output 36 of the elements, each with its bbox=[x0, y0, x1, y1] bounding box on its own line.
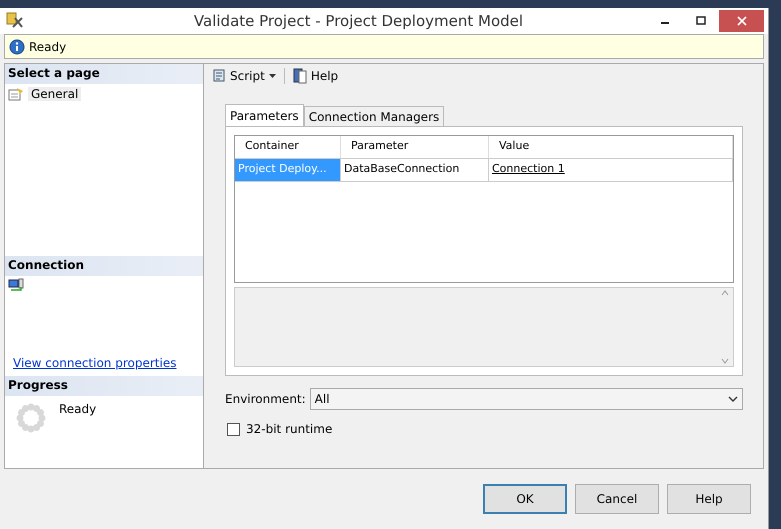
info-icon bbox=[9, 38, 25, 54]
connection-properties-link[interactable]: View connection properties bbox=[5, 356, 203, 376]
checkbox[interactable] bbox=[227, 422, 240, 436]
table-cell: DataBaseConnection bbox=[341, 159, 489, 181]
column-header: Value bbox=[489, 136, 733, 158]
caret-icon bbox=[268, 73, 277, 79]
tab[interactable]: Parameters bbox=[225, 104, 304, 126]
column-header: Container bbox=[235, 136, 341, 158]
help-book-icon bbox=[292, 68, 308, 84]
maximize-icon bbox=[696, 16, 706, 26]
page-item[interactable]: General bbox=[5, 84, 203, 104]
window-title: Validate Project - Project Deployment Model bbox=[192, 12, 524, 30]
tab[interactable]: Connection Managers bbox=[304, 106, 444, 126]
page-icon bbox=[8, 86, 24, 102]
environment-dropdown[interactable]: All bbox=[310, 388, 743, 410]
column-header: Parameter bbox=[341, 136, 489, 158]
table-cell: Project Deploy... bbox=[235, 159, 341, 181]
section-heading: Select a page bbox=[5, 64, 203, 84]
value-link[interactable]: Connection 1 bbox=[489, 159, 733, 181]
environment-label: Environment: bbox=[225, 392, 306, 406]
checkbox-label: 32-bit runtime bbox=[246, 422, 332, 436]
progress-status: Ready bbox=[59, 402, 96, 418]
dialog-button[interactable]: Help bbox=[667, 484, 751, 514]
close-icon bbox=[736, 16, 746, 26]
close-button[interactable] bbox=[719, 10, 764, 32]
status-text: Ready bbox=[29, 40, 66, 54]
server-icon bbox=[8, 278, 24, 294]
toolbar-button[interactable]: Help bbox=[288, 68, 342, 84]
section-heading: Connection bbox=[5, 256, 203, 276]
section-heading: Progress bbox=[5, 376, 203, 396]
dialog-button[interactable]: OK bbox=[483, 484, 567, 514]
scroll-up-icon bbox=[721, 290, 729, 296]
scroll-down-icon bbox=[721, 358, 729, 364]
toolbar-button[interactable]: Script bbox=[208, 68, 280, 84]
spinner-icon bbox=[15, 402, 47, 434]
dialog-button[interactable]: Cancel bbox=[575, 484, 659, 514]
